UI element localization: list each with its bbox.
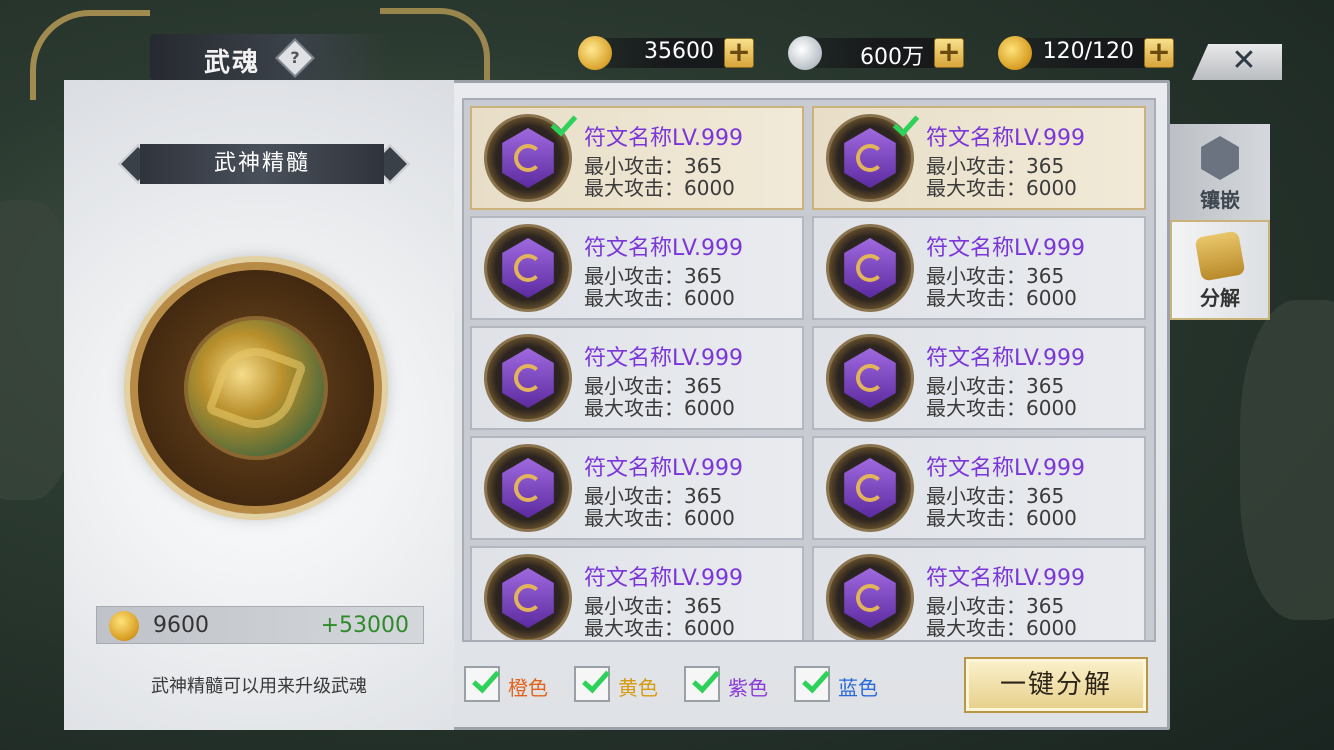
rune-max-attack: 最大攻击：6000 (926, 616, 1077, 640)
rune-icon (826, 224, 914, 312)
rune-icon (484, 224, 572, 312)
add-gold-button[interactable]: + (724, 38, 754, 68)
rune-max-attack: 最大攻击：6000 (584, 616, 735, 640)
dragon-medal-icon (184, 316, 328, 460)
add-silver-button[interactable]: + (934, 38, 964, 68)
rune-icon (826, 334, 914, 422)
currency-silver: 600万 + (788, 36, 964, 70)
filter-orange-label: 橙色 (508, 676, 548, 700)
rune-card[interactable]: 符文名称LV.999 最小攻击：365 最大攻击：6000 (812, 436, 1146, 540)
essence-title: 武神精髓 (140, 144, 384, 184)
tab-inlay-label: 镶嵌 (1200, 188, 1240, 212)
rune-card[interactable]: 符文名称LV.999 最小攻击：365 最大攻击：6000 (470, 436, 804, 540)
gold-ingot-icon (578, 36, 612, 70)
rune-card[interactable]: 符文名称LV.999 最小攻击：365 最大攻击：6000 (812, 546, 1146, 640)
filter-blue-checkbox[interactable] (794, 664, 830, 702)
coin-icon (998, 36, 1032, 70)
page-title: 武魂 (204, 48, 261, 78)
dragon-emblem (204, 336, 308, 440)
rune-max-attack: 最大攻击：6000 (926, 506, 1077, 530)
tab-inlay[interactable]: 镶嵌 (1170, 124, 1270, 224)
rune-name: 符文名称LV.999 (584, 236, 744, 261)
currency-coin: 120/120 + (998, 36, 1174, 70)
rune-card[interactable]: 符文名称LV.999 最小攻击：365 最大攻击：6000 (470, 106, 804, 210)
rune-name: 符文名称LV.999 (926, 236, 1086, 261)
rune-max-attack: 最大攻击：6000 (926, 396, 1077, 420)
check-icon (692, 664, 720, 694)
currency-gold: 35600 + (578, 36, 754, 70)
inlay-icon (1201, 136, 1239, 180)
check-icon (802, 664, 830, 694)
tab-decompose[interactable]: 分解 (1170, 220, 1270, 320)
rune-name: 符文名称LV.999 (584, 126, 744, 151)
essence-bar: 9600 +53000 (96, 606, 424, 644)
background-rock (1240, 300, 1334, 620)
tab-decompose-label: 分解 (1200, 286, 1240, 310)
rune-card[interactable]: 符文名称LV.999 最小攻击：365 最大攻击：6000 (812, 326, 1146, 430)
filter-orange-checkbox[interactable] (464, 664, 500, 702)
essence-coin-icon (109, 611, 139, 641)
decompose-icon (1194, 230, 1246, 282)
rune-icon (826, 444, 914, 532)
rune-max-attack: 最大攻击：6000 (584, 396, 735, 420)
silver-ingot-icon (788, 36, 822, 70)
rune-name: 符文名称LV.999 (584, 346, 744, 371)
filter-purple-label: 紫色 (728, 676, 768, 700)
close-button[interactable]: ✕ (1192, 44, 1282, 80)
rune-card[interactable]: 符文名称LV.999 最小攻击：365 最大攻击：6000 (812, 216, 1146, 320)
rune-max-attack: 最大攻击：6000 (584, 176, 735, 200)
essence-value: 9600 (153, 613, 209, 638)
dragon-ornament-right (380, 8, 490, 88)
rune-grid[interactable]: 符文名称LV.999 最小攻击：365 最大攻击：6000 符文名称LV.999… (462, 98, 1156, 642)
rune-max-attack: 最大攻击：6000 (926, 286, 1077, 310)
filter-yellow-checkbox[interactable] (574, 664, 610, 702)
rune-name: 符文名称LV.999 (584, 456, 744, 481)
rune-card[interactable]: 符文名称LV.999 最小攻击：365 最大攻击：6000 (470, 216, 804, 320)
silver-value: 600万 (860, 45, 924, 70)
rune-name: 符文名称LV.999 (584, 566, 744, 591)
rune-max-attack: 最大攻击：6000 (926, 176, 1077, 200)
rune-max-attack: 最大攻击：6000 (584, 286, 735, 310)
rune-name: 符文名称LV.999 (926, 126, 1086, 151)
check-icon (582, 664, 610, 694)
add-coin-button[interactable]: + (1144, 38, 1174, 68)
one-click-decompose-button[interactable]: 一键分解 (964, 657, 1148, 713)
rune-icon (484, 334, 572, 422)
gold-value: 35600 (644, 39, 714, 64)
filter-yellow-label: 黄色 (618, 676, 658, 700)
essence-description: 武神精髓可以用来升级武魂 (151, 676, 367, 697)
rune-name: 符文名称LV.999 (926, 346, 1086, 371)
filter-purple-checkbox[interactable] (684, 664, 720, 702)
filter-blue-label: 蓝色 (838, 676, 878, 700)
coin-value: 120/120 (1042, 39, 1134, 64)
rune-icon (484, 554, 572, 640)
rune-name: 符文名称LV.999 (926, 456, 1086, 481)
war-soul-medal (130, 262, 382, 514)
title-bar (150, 34, 390, 80)
rune-card[interactable]: 符文名称LV.999 最小攻击：365 最大攻击：6000 (812, 106, 1146, 210)
check-icon (472, 664, 500, 694)
rune-card[interactable]: 符文名称LV.999 最小攻击：365 最大攻击：6000 (470, 326, 804, 430)
rune-max-attack: 最大攻击：6000 (584, 506, 735, 530)
rune-icon (826, 554, 914, 640)
essence-gain: +53000 (320, 613, 409, 638)
rune-name: 符文名称LV.999 (926, 566, 1086, 591)
rune-icon (484, 444, 572, 532)
rune-card[interactable]: 符文名称LV.999 最小攻击：365 最大攻击：6000 (470, 546, 804, 640)
